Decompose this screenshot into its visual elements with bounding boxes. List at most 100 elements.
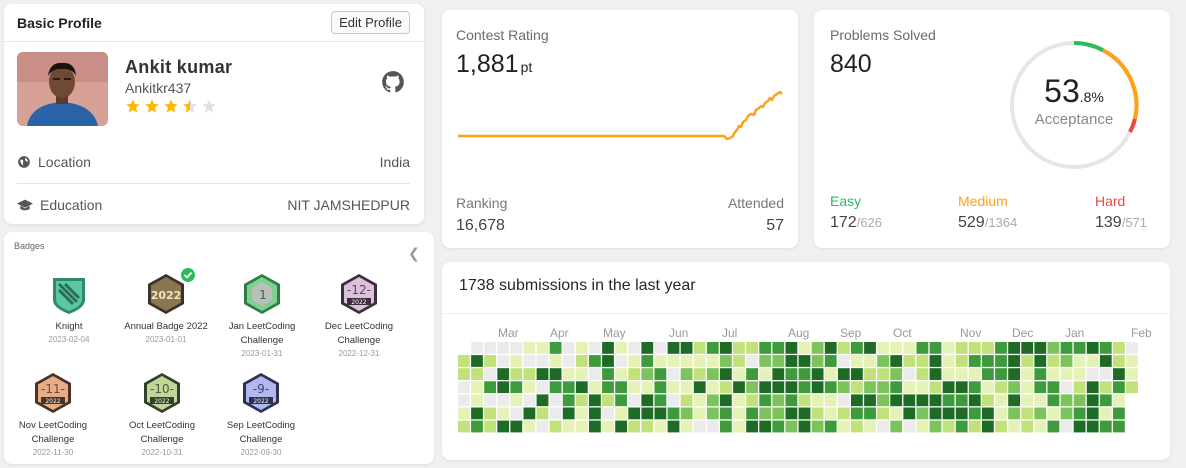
heatmap-cell[interactable] xyxy=(903,420,916,433)
heatmap-cell[interactable] xyxy=(720,381,732,394)
heatmap-cell[interactable] xyxy=(549,407,562,420)
heatmap-cell[interactable] xyxy=(458,381,470,394)
heatmap-cell[interactable] xyxy=(510,394,523,407)
heatmap-cell[interactable] xyxy=(667,420,680,433)
heatmap-cell[interactable] xyxy=(1034,381,1047,394)
heatmap-cell[interactable] xyxy=(968,394,981,407)
heatmap-cell[interactable] xyxy=(523,368,536,380)
heatmap-cell[interactable] xyxy=(549,368,562,380)
heatmap-cell[interactable] xyxy=(968,420,981,433)
heatmap-cell[interactable] xyxy=(772,355,785,367)
heatmap-cell[interactable] xyxy=(824,394,837,407)
heatmap-cell[interactable] xyxy=(484,394,496,407)
heatmap-cell[interactable] xyxy=(1099,381,1112,394)
heatmap-cell[interactable] xyxy=(615,355,627,367)
badge-nov-challenge[interactable]: -11- 2022 Nov LeetCoding Challenge 2022-… xyxy=(4,371,102,457)
heatmap-cell[interactable] xyxy=(562,368,575,380)
heatmap-cell[interactable] xyxy=(785,394,798,407)
heatmap-cell[interactable] xyxy=(523,342,536,354)
heatmap-cell[interactable] xyxy=(837,407,850,420)
heatmap-cell[interactable] xyxy=(759,407,772,420)
heatmap-cell[interactable] xyxy=(929,355,942,367)
heatmap-cell[interactable] xyxy=(641,368,654,380)
heatmap-cell[interactable] xyxy=(536,394,549,407)
heatmap-cell[interactable] xyxy=(654,420,667,433)
heatmap-cell[interactable] xyxy=(1126,355,1138,367)
heatmap-cell[interactable] xyxy=(955,342,968,354)
heatmap-cell[interactable] xyxy=(680,420,693,433)
heatmap-cell[interactable] xyxy=(458,368,470,380)
heatmap-cell[interactable] xyxy=(1113,407,1125,420)
heatmap-cell[interactable] xyxy=(982,381,994,394)
heatmap-cell[interactable] xyxy=(1073,381,1086,394)
heatmap-cell[interactable] xyxy=(851,342,863,354)
heatmap-cell[interactable] xyxy=(693,394,706,407)
heatmap-cell[interactable] xyxy=(772,407,785,420)
heatmap-cell[interactable] xyxy=(955,355,968,367)
heatmap-cell[interactable] xyxy=(772,368,785,380)
avatar[interactable] xyxy=(17,52,108,126)
heatmap-cell[interactable] xyxy=(877,355,889,367)
heatmap-cell[interactable] xyxy=(785,407,798,420)
heatmap-cell[interactable] xyxy=(693,407,706,420)
heatmap-cell[interactable] xyxy=(982,394,994,407)
heatmap-cell[interactable] xyxy=(1047,420,1060,433)
heatmap-cell[interactable] xyxy=(916,420,929,433)
heatmap-cell[interactable] xyxy=(484,342,496,354)
heatmap-cell[interactable] xyxy=(1047,368,1060,380)
heatmap-cell[interactable] xyxy=(1034,420,1047,433)
heatmap-cell[interactable] xyxy=(942,407,955,420)
heatmap-cell[interactable] xyxy=(680,368,693,380)
heatmap-cell[interactable] xyxy=(562,394,575,407)
heatmap-cell[interactable] xyxy=(759,355,772,367)
heatmap-cell[interactable] xyxy=(903,381,916,394)
heatmap-cell[interactable] xyxy=(929,342,942,354)
heatmap-cell[interactable] xyxy=(733,355,745,367)
heatmap-cell[interactable] xyxy=(458,420,470,433)
heatmap-cell[interactable] xyxy=(602,381,614,394)
heatmap-cell[interactable] xyxy=(471,355,483,367)
heatmap-cell[interactable] xyxy=(811,420,824,433)
heatmap-cell[interactable] xyxy=(720,407,732,420)
heatmap-cell[interactable] xyxy=(811,407,824,420)
heatmap-cell[interactable] xyxy=(890,368,903,380)
heatmap-cell[interactable] xyxy=(720,394,732,407)
heatmap-cell[interactable] xyxy=(864,381,876,394)
heatmap-cell[interactable] xyxy=(1008,407,1020,420)
heatmap-cell[interactable] xyxy=(837,394,850,407)
heatmap-cell[interactable] xyxy=(589,407,601,420)
heatmap-cell[interactable] xyxy=(471,342,483,354)
heatmap-cell[interactable] xyxy=(824,407,837,420)
heatmap-cell[interactable] xyxy=(549,381,562,394)
heatmap-cell[interactable] xyxy=(667,368,680,380)
heatmap-cell[interactable] xyxy=(785,368,798,380)
heatmap-cell[interactable] xyxy=(929,368,942,380)
heatmap-cell[interactable] xyxy=(811,342,824,354)
heatmap-cell[interactable] xyxy=(733,342,745,354)
heatmap-cell[interactable] xyxy=(746,420,758,433)
heatmap-cell[interactable] xyxy=(654,394,667,407)
heatmap-cell[interactable] xyxy=(602,407,614,420)
heatmap-cell[interactable] xyxy=(536,355,549,367)
heatmap-cell[interactable] xyxy=(706,420,719,433)
heatmap-cell[interactable] xyxy=(811,355,824,367)
heatmap-cell[interactable] xyxy=(1086,368,1099,380)
heatmap-cell[interactable] xyxy=(772,342,785,354)
heatmap-cell[interactable] xyxy=(903,342,916,354)
heatmap-cell[interactable] xyxy=(497,381,510,394)
heatmap-cell[interactable] xyxy=(968,355,981,367)
heatmap-cell[interactable] xyxy=(654,342,667,354)
heatmap-cell[interactable] xyxy=(824,381,837,394)
heatmap-cell[interactable] xyxy=(1086,381,1099,394)
heatmap-cell[interactable] xyxy=(851,368,863,380)
heatmap-cell[interactable] xyxy=(942,355,955,367)
heatmap-cell[interactable] xyxy=(680,407,693,420)
heatmap-cell[interactable] xyxy=(890,394,903,407)
heatmap-cell[interactable] xyxy=(510,368,523,380)
heatmap-cell[interactable] xyxy=(890,407,903,420)
heatmap-cell[interactable] xyxy=(1034,342,1047,354)
heatmap-cell[interactable] xyxy=(916,355,929,367)
heatmap-cell[interactable] xyxy=(706,394,719,407)
heatmap-cell[interactable] xyxy=(628,355,641,367)
heatmap-cell[interactable] xyxy=(851,394,863,407)
